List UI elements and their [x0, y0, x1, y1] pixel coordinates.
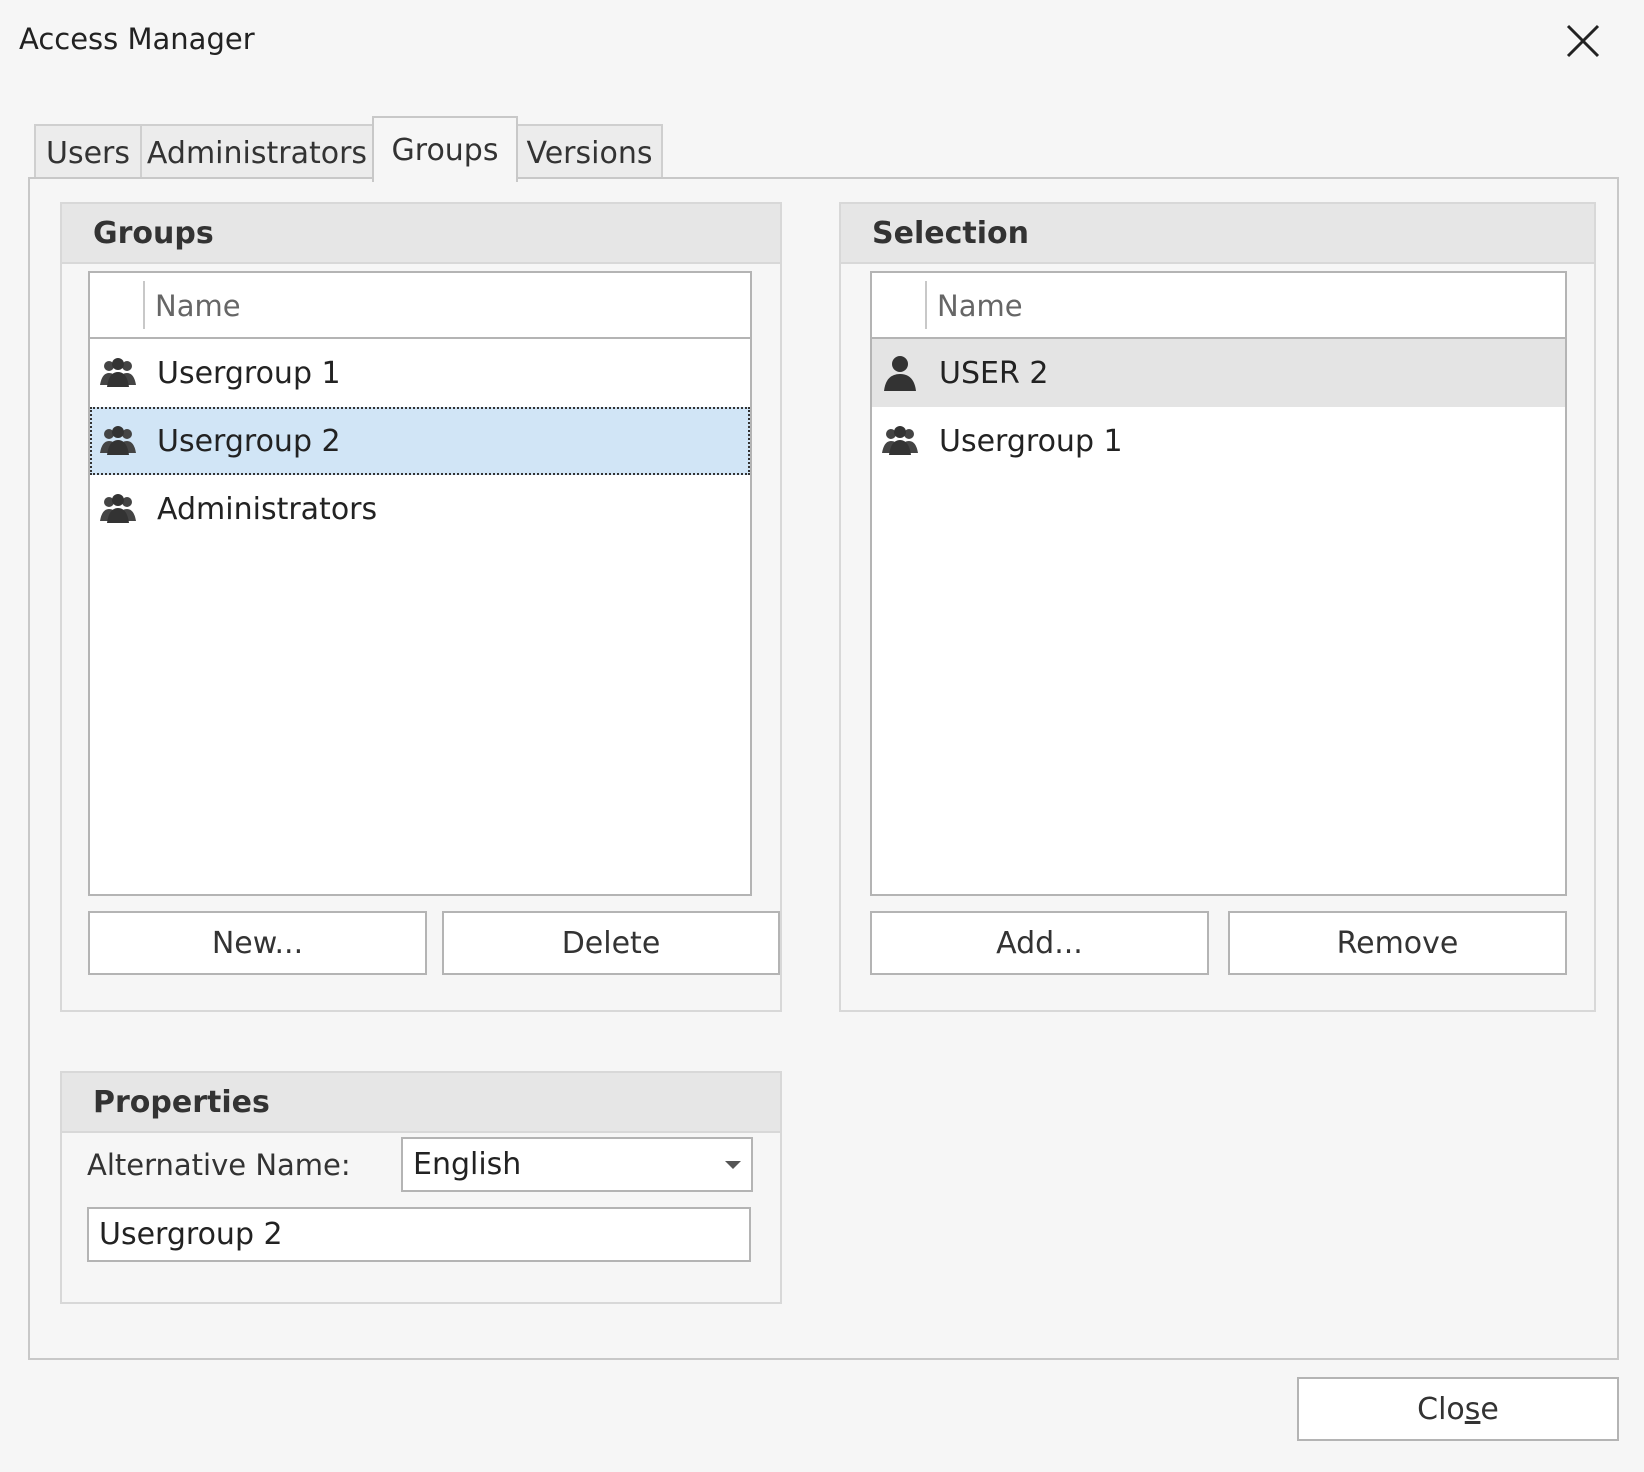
list-item-label: Usergroup 1 [157, 355, 341, 391]
list-item[interactable]: USER 2 [872, 339, 1565, 407]
list-item[interactable]: Usergroup 2 [90, 407, 750, 475]
window-title: Access Manager [19, 22, 255, 56]
tab-versions[interactable]: Versions [516, 124, 663, 180]
groups-header: Groups [62, 204, 780, 264]
list-item[interactable]: Administrators [90, 475, 750, 543]
selection-groupbox: Selection Name USER 2 Usergroup 1 Add...… [839, 202, 1596, 1012]
language-dropdown[interactable]: English [401, 1137, 753, 1192]
language-dropdown-value: English [413, 1147, 522, 1182]
alternative-name-label: Alternative Name: [87, 1148, 351, 1182]
group-icon [98, 489, 138, 529]
tab-users[interactable]: Users [34, 124, 142, 180]
groups-tab-panel: Groups Name Usergroup 1 Usergroup 2 Admi… [28, 177, 1619, 1360]
tab-administrators[interactable]: Administrators [140, 124, 374, 180]
close-button-label: Close [1417, 1391, 1499, 1427]
group-icon [880, 421, 920, 461]
add-button[interactable]: Add... [870, 911, 1209, 975]
delete-button[interactable]: Delete [442, 911, 780, 975]
column-separator [143, 281, 145, 329]
properties-header: Properties [62, 1073, 780, 1133]
selection-list-header: Name [872, 273, 1565, 339]
list-item-label: Usergroup 1 [939, 423, 1123, 459]
list-item-label: USER 2 [939, 355, 1049, 391]
close-icon[interactable] [1560, 18, 1606, 64]
new-button[interactable]: New... [88, 911, 427, 975]
tab-groups[interactable]: Groups [372, 116, 518, 182]
groups-list-header: Name [90, 273, 750, 339]
chevron-down-icon [725, 1161, 741, 1169]
list-item[interactable]: Usergroup 1 [90, 339, 750, 407]
groups-groupbox: Groups Name Usergroup 1 Usergroup 2 Admi… [60, 202, 782, 1012]
name-column-header[interactable]: Name [937, 289, 1023, 323]
close-button[interactable]: Close [1297, 1377, 1619, 1441]
alternative-name-value: Usergroup 2 [99, 1217, 283, 1252]
groups-list[interactable]: Name Usergroup 1 Usergroup 2 Administrat… [88, 271, 752, 896]
user-icon [880, 353, 920, 393]
properties-groupbox: Properties Alternative Name: English Use… [60, 1071, 782, 1304]
group-icon [98, 421, 138, 461]
name-column-header[interactable]: Name [155, 289, 241, 323]
selection-list[interactable]: Name USER 2 Usergroup 1 [870, 271, 1567, 896]
remove-button[interactable]: Remove [1228, 911, 1567, 975]
column-separator [925, 281, 927, 329]
list-item-label: Administrators [157, 491, 378, 527]
selection-header: Selection [841, 204, 1594, 264]
group-icon [98, 353, 138, 393]
list-item-label: Usergroup 2 [157, 423, 341, 459]
alternative-name-field[interactable]: Usergroup 2 [87, 1207, 751, 1262]
list-item[interactable]: Usergroup 1 [872, 407, 1565, 475]
